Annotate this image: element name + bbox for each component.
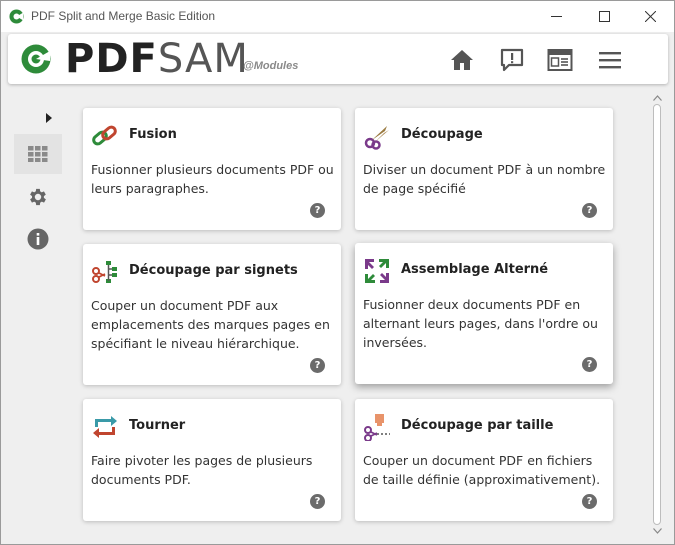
module-description: Fusionner plusieurs documents PDF ou leu… [91, 162, 334, 196]
pdfsam-logo-icon [21, 44, 51, 74]
chain-link-icon [92, 125, 117, 146]
close-button[interactable] [627, 1, 673, 32]
module-title: Découpage par signets [129, 263, 298, 278]
maximize-icon [598, 11, 610, 22]
sidebar-item-about[interactable] [14, 219, 62, 259]
bookmark-tree-icon [92, 261, 117, 283]
help-icon[interactable]: ? [310, 358, 325, 373]
module-description: Couper un document PDF en fichiers de ta… [363, 453, 601, 487]
window-title: PDF Split and Merge Basic Edition [31, 9, 216, 23]
logo-subtitle: @Modules [243, 60, 299, 72]
module-title: Assemblage Alterné [401, 262, 549, 277]
minimize-icon [550, 16, 562, 17]
module-card-fusion[interactable]: Fusion Fusionner plusieurs documents PDF… [83, 108, 341, 230]
module-description: Fusionner deux documents PDF en alternan… [363, 297, 598, 350]
feedback-icon [500, 48, 524, 72]
news-icon [547, 49, 573, 71]
feedback-button[interactable] [498, 46, 526, 74]
module-title: Découpage par taille [401, 418, 554, 433]
logo-sam: SAM [157, 36, 249, 82]
module-card-decoupage-taille[interactable]: Découpage par taille Couper un document … [355, 399, 613, 521]
home-button[interactable] [448, 46, 476, 74]
help-icon[interactable]: ? [310, 203, 325, 218]
module-description: Diviser un document PDF à un nombre de p… [363, 162, 606, 196]
module-card-assemblage-alterne[interactable]: Assemblage Alterné Fusionner deux docume… [355, 243, 613, 384]
module-card-decoupage-signets[interactable]: Découpage par signets Couper un document… [83, 244, 341, 385]
sidebar-item-settings[interactable] [14, 177, 62, 217]
help-icon[interactable]: ? [582, 494, 597, 509]
chevron-up-icon [652, 95, 662, 101]
size-scissors-icon [364, 414, 390, 441]
app-header: PDFSAM @Modules [8, 34, 668, 84]
menu-button[interactable] [596, 46, 624, 74]
scissors-icon [364, 126, 389, 150]
close-icon [644, 11, 656, 22]
module-card-decoupage[interactable]: Découpage Diviser un document PDF à un n… [355, 108, 613, 230]
scroll-thumb[interactable] [653, 104, 661, 525]
maximize-button[interactable] [581, 1, 627, 32]
news-button[interactable] [546, 46, 574, 74]
info-icon [27, 228, 49, 250]
module-card-tourner[interactable]: Tourner Faire pivoter les pages de plusi… [83, 399, 341, 521]
module-title: Tourner [129, 418, 186, 433]
sidebar-expand-toggle[interactable] [45, 109, 57, 123]
vertical-scrollbar[interactable] [650, 91, 664, 538]
logo-wordmark: PDFSAM [65, 36, 249, 82]
app-logo-icon [9, 9, 24, 24]
modules-grid-icon [28, 146, 48, 162]
module-description: Faire pivoter les pages de plusieurs doc… [91, 453, 313, 487]
chevron-right-icon [46, 113, 52, 123]
home-icon [451, 50, 473, 70]
module-description: Couper un document PDF aux emplacements … [91, 298, 330, 351]
hamburger-menu-icon [599, 52, 621, 69]
scroll-down-button[interactable] [652, 527, 662, 535]
module-title: Fusion [129, 127, 177, 142]
logo-pdf: PDF [65, 36, 158, 82]
app-window: PDF Split and Merge Basic Edition PDFSAM… [0, 0, 675, 545]
help-icon[interactable]: ? [582, 357, 597, 372]
title-bar[interactable]: PDF Split and Merge Basic Edition [1, 1, 674, 32]
help-icon[interactable]: ? [310, 494, 325, 509]
sidebar-item-modules[interactable] [14, 134, 62, 174]
scroll-up-button[interactable] [652, 94, 662, 102]
module-title: Découpage [401, 127, 483, 142]
gear-icon [30, 188, 46, 206]
alternate-mix-icon [365, 259, 389, 283]
rotate-arrows-icon [93, 416, 117, 438]
minimize-button[interactable] [533, 1, 579, 32]
help-icon[interactable]: ? [582, 203, 597, 218]
chevron-down-icon [652, 528, 662, 534]
